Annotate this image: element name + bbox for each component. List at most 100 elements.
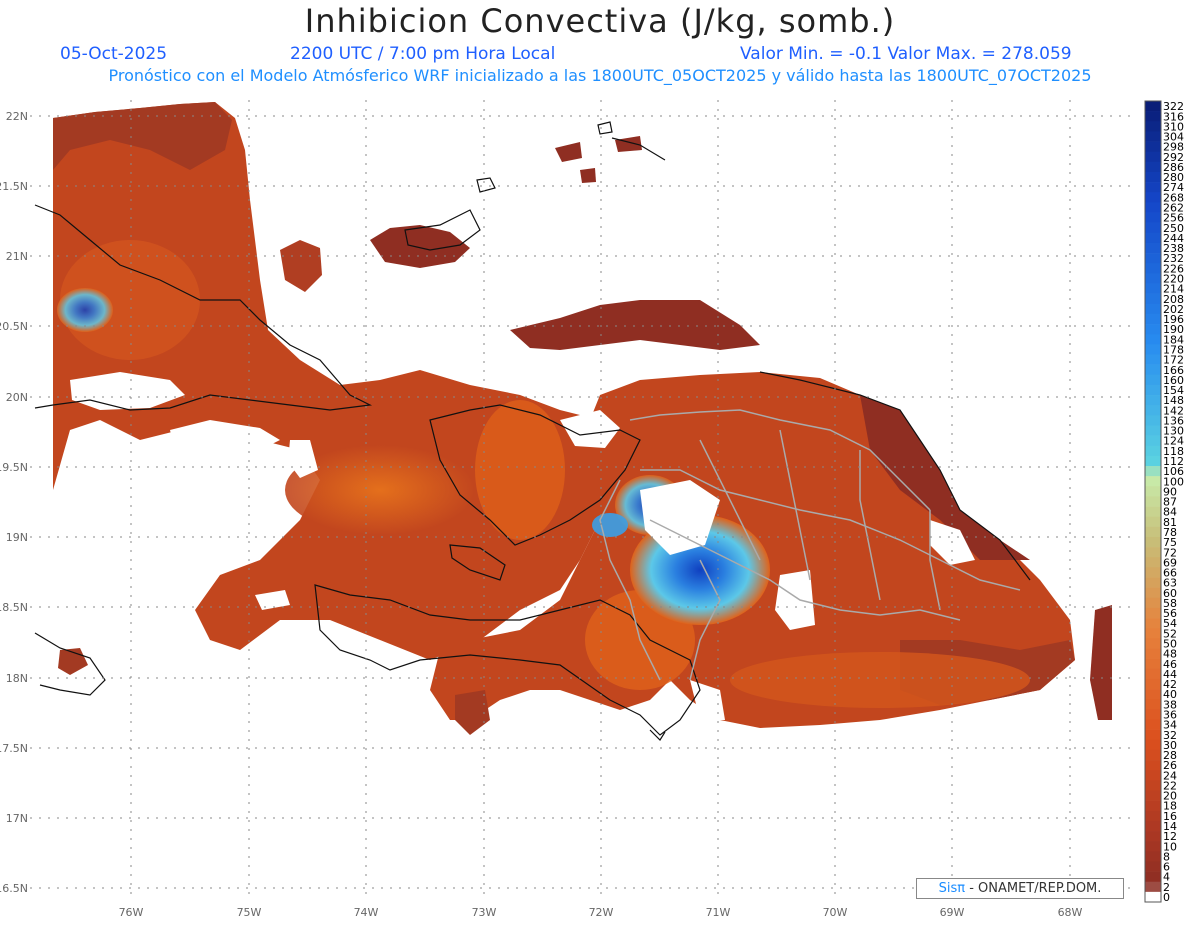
lat-label: 19.5N bbox=[0, 461, 28, 474]
colorbar-swatch bbox=[1145, 496, 1161, 507]
lat-label: 20N bbox=[6, 391, 28, 404]
colorbar-swatch bbox=[1145, 242, 1161, 254]
colorbar-swatch bbox=[1145, 597, 1161, 609]
colorbar-swatch bbox=[1145, 689, 1161, 700]
colorbar-swatch bbox=[1145, 831, 1161, 842]
colorbar-swatch bbox=[1145, 871, 1161, 883]
colorbar-swatch bbox=[1145, 881, 1161, 893]
longitude-labels: 76W 75W 74W 73W 72W 71W 70W 69W 68W bbox=[119, 906, 1083, 919]
lon-label: 72W bbox=[589, 906, 614, 919]
colorbar-swatch bbox=[1145, 841, 1161, 852]
colorbar-swatch bbox=[1145, 891, 1161, 903]
colorbar-swatch bbox=[1145, 658, 1161, 670]
colorbar-swatch bbox=[1145, 638, 1161, 649]
colorbar-swatch bbox=[1145, 800, 1161, 812]
colorbar-swatch bbox=[1145, 151, 1161, 163]
colorbar-swatch bbox=[1145, 729, 1161, 741]
colorbar-swatch bbox=[1145, 719, 1161, 730]
colorbar-swatch bbox=[1145, 861, 1161, 872]
colorbar-swatch bbox=[1145, 557, 1161, 568]
colorbar-swatch bbox=[1145, 344, 1161, 355]
colorbar-swatch bbox=[1145, 476, 1161, 487]
credit-box: Sisπ - ONAMET/REP.DOM. bbox=[916, 878, 1124, 899]
lat-label: 21.5N bbox=[0, 180, 28, 193]
colorbar-swatch bbox=[1145, 851, 1161, 862]
colorbar-swatch bbox=[1145, 547, 1161, 558]
colorbar-swatch bbox=[1145, 790, 1161, 801]
colorbar-swatch bbox=[1145, 749, 1161, 761]
colorbar-swatch bbox=[1145, 283, 1161, 294]
colorbar-swatch bbox=[1145, 171, 1161, 183]
credit-brand: Sisπ bbox=[938, 881, 966, 896]
colorbar: 3223163103042982922862802742682622562502… bbox=[1144, 100, 1184, 904]
colorbar-swatch bbox=[1145, 222, 1161, 234]
colorbar-swatch bbox=[1145, 466, 1161, 477]
colorbar-swatch bbox=[1145, 212, 1161, 223]
colorbar-swatch bbox=[1145, 415, 1161, 426]
colorbar-swatch bbox=[1145, 192, 1161, 203]
colorbar-swatch bbox=[1145, 273, 1161, 284]
lat-label: 21N bbox=[6, 250, 28, 263]
colorbar-swatch bbox=[1145, 435, 1161, 447]
colorbar-swatch bbox=[1145, 820, 1161, 832]
colorbar-swatch bbox=[1145, 455, 1161, 467]
map-canvas: 22N 21.5N 21N 20.5N 20N 19.5N 19N 18.5N … bbox=[0, 100, 1184, 919]
colorbar-swatch bbox=[1145, 303, 1161, 315]
lon-label: 76W bbox=[119, 906, 144, 919]
lat-label: 18N bbox=[6, 672, 28, 685]
colorbar-swatch bbox=[1145, 121, 1161, 132]
lat-label: 22N bbox=[6, 110, 28, 123]
colorbar-swatch bbox=[1145, 668, 1161, 680]
colorbar-swatch bbox=[1145, 536, 1161, 548]
lon-label: 74W bbox=[354, 906, 379, 919]
lat-label: 20.5N bbox=[0, 320, 28, 333]
colorbar-swatch bbox=[1145, 374, 1161, 386]
latitude-labels: 22N 21.5N 21N 20.5N 20N 19.5N 19N 18.5N … bbox=[0, 110, 28, 895]
colorbar-swatch bbox=[1145, 506, 1161, 518]
colorbar-swatch bbox=[1145, 567, 1161, 578]
colorbar-swatch bbox=[1145, 232, 1161, 244]
lon-label: 71W bbox=[706, 906, 731, 919]
colorbar-swatch bbox=[1145, 678, 1161, 690]
colorbar-swatch bbox=[1145, 628, 1161, 639]
lon-label: 69W bbox=[940, 906, 965, 919]
colorbar-swatch bbox=[1145, 516, 1161, 528]
colorbar-swatch bbox=[1145, 395, 1161, 406]
colorbar-swatch bbox=[1145, 760, 1161, 771]
colorbar-swatch bbox=[1145, 334, 1161, 345]
colorbar-swatch bbox=[1145, 161, 1161, 173]
colorbar-swatch bbox=[1145, 425, 1161, 436]
lon-label: 75W bbox=[237, 906, 262, 919]
credit-text: - ONAMET/REP.DOM. bbox=[965, 881, 1102, 896]
lat-label: 17N bbox=[6, 812, 28, 825]
colorbar-swatch bbox=[1145, 101, 1161, 112]
colorbar-swatch bbox=[1145, 405, 1161, 416]
colorbar-swatch bbox=[1145, 131, 1161, 142]
colorbar-swatch bbox=[1145, 739, 1161, 751]
colorbar-swatch bbox=[1145, 607, 1161, 619]
colorbar-swatch bbox=[1145, 263, 1161, 274]
colorbar-swatch bbox=[1145, 111, 1161, 122]
colorbar-swatch bbox=[1145, 618, 1161, 629]
colorbar-label: 0 bbox=[1163, 891, 1170, 904]
colorbar-swatch bbox=[1145, 141, 1161, 152]
colorbar-swatch bbox=[1145, 526, 1161, 538]
colorbar-swatch bbox=[1145, 384, 1161, 396]
colorbar-swatch bbox=[1145, 202, 1161, 213]
lat-label: 19N bbox=[6, 531, 28, 544]
colorbar-swatch bbox=[1145, 709, 1161, 720]
lat-label: 17.5N bbox=[0, 742, 28, 755]
lon-label: 73W bbox=[472, 906, 497, 919]
colorbar-swatch bbox=[1145, 445, 1161, 457]
colorbar-swatch bbox=[1145, 253, 1161, 264]
lat-label: 16.5N bbox=[0, 882, 28, 895]
colorbar-swatch bbox=[1145, 810, 1161, 822]
lon-label: 68W bbox=[1058, 906, 1083, 919]
lat-label: 18.5N bbox=[0, 601, 28, 614]
colorbar-swatch bbox=[1145, 182, 1161, 193]
colorbar-swatch bbox=[1145, 577, 1161, 588]
colorbar-swatch bbox=[1145, 699, 1161, 710]
colorbar-swatch bbox=[1145, 293, 1161, 305]
colorbar-swatch bbox=[1145, 354, 1161, 365]
colorbar-swatch bbox=[1145, 364, 1161, 376]
